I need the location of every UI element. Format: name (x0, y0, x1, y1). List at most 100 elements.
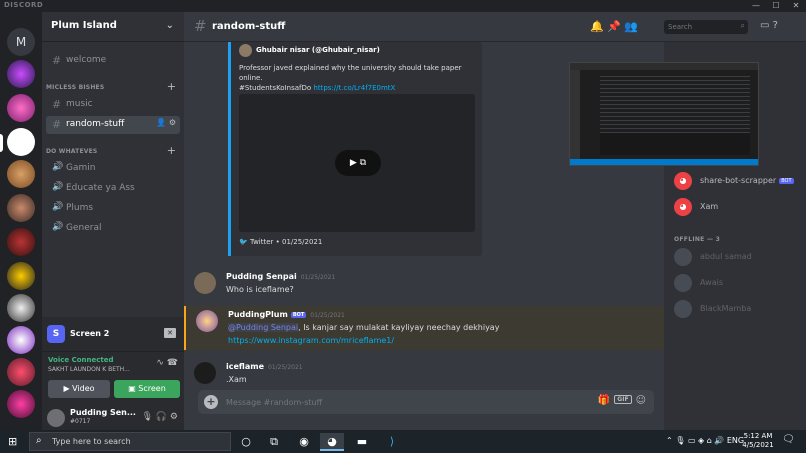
channel-music[interactable]: # music (46, 96, 180, 114)
avatar[interactable] (47, 409, 65, 427)
bell-icon[interactable]: 🔔 (590, 20, 604, 33)
message-input[interactable] (226, 390, 566, 414)
server-icon[interactable] (7, 262, 35, 290)
voice-channel-educate[interactable]: 🔊 Educate ya Ass (46, 180, 180, 198)
screen-share-label: Screen 2 (70, 329, 110, 338)
hash-icon: # (52, 98, 62, 111)
server-icon[interactable] (7, 60, 35, 88)
system-tray-icons[interactable]: ⌃ 🎙 ▭ ◈ ⌂ 🔊 ENG (666, 436, 744, 445)
server-icon[interactable] (7, 194, 35, 222)
discord-taskbar-icon[interactable]: ◕ (320, 433, 344, 451)
add-channel-icon[interactable]: + (167, 80, 176, 93)
play-icon[interactable]: ▶ ⧉ (335, 150, 381, 176)
channel-label: music (66, 99, 93, 109)
embed-footer-text: Twitter • 01/25/2021 (249, 238, 323, 246)
embed-text: Professor javed explained why the univer… (239, 63, 479, 93)
author-name: Pudding Senpai (226, 272, 297, 281)
channel-label: Plums (66, 203, 94, 213)
message-author[interactable]: PuddingPlum BOT 01/25/2021 (228, 310, 345, 319)
chrome-icon[interactable]: ◉ (292, 433, 316, 451)
toolbar-icons: 🔔 📌 👥 (590, 20, 638, 33)
members-icon[interactable]: 👥 (624, 20, 638, 33)
pin-icon[interactable]: 📌 (607, 20, 621, 33)
channel-settings-icons[interactable]: 👤 ⚙ (156, 118, 176, 127)
windows-start-icon[interactable]: ⊞ (8, 435, 17, 448)
taskbar-search-input[interactable] (52, 433, 222, 450)
inbox-icon[interactable]: ▭ (760, 20, 769, 31)
avatar[interactable] (196, 310, 218, 332)
search-box[interactable]: ⌕ (664, 20, 748, 34)
channel-welcome[interactable]: # welcome (46, 52, 180, 70)
vscode-icon[interactable]: ⟩ (380, 433, 404, 451)
emoji-icon[interactable]: ☺ (636, 395, 646, 406)
message-author[interactable]: iceflame 01/25/2021 (226, 362, 303, 371)
category-do-whateves[interactable]: DO WHATEVES (46, 148, 97, 155)
user-controls-icons[interactable]: 🎙 🎧 ⚙ (142, 412, 178, 422)
speaker-icon: 🔊 (52, 202, 64, 212)
server-icon[interactable] (7, 326, 35, 354)
server-icon[interactable] (7, 390, 35, 418)
video-button[interactable]: ▶ Video (48, 380, 110, 398)
member-item[interactable]: Awais (672, 272, 802, 294)
chevron-down-icon[interactable]: ⌄ (166, 20, 174, 31)
search-input[interactable] (668, 20, 732, 34)
voice-channel-name[interactable]: SAKHT LAUNDON K BETH... (48, 366, 130, 373)
home-server-icon[interactable]: M (7, 28, 35, 56)
channel-label: random-stuff (66, 119, 125, 129)
avatar[interactable] (194, 362, 216, 384)
file-explorer-icon[interactable]: ▬ (350, 433, 374, 451)
avatar[interactable] (194, 272, 216, 294)
taskbar-clock[interactable]: 5:12 AM 4/5/2021 (738, 432, 778, 450)
server-icon[interactable] (7, 228, 35, 256)
voice-channel-plums[interactable]: 🔊 Plums (46, 200, 180, 218)
server-icon[interactable] (7, 160, 35, 188)
clock-time: 5:12 AM (743, 432, 773, 440)
channel-random-stuff[interactable]: # random-stuff 👤 ⚙ (46, 116, 180, 134)
video-label: Video (72, 384, 95, 393)
cortana-icon[interactable]: ○ (234, 433, 258, 451)
user-panel: Pudding Sen... #0717 🎙 🎧 ⚙ (42, 407, 184, 430)
voice-status: Voice Connected (48, 356, 114, 364)
server-icon[interactable] (7, 358, 35, 386)
message-link[interactable]: https://www.instagram.com/mriceflame1/ (228, 336, 394, 345)
user-mention[interactable]: @Pudding Senpai (228, 323, 299, 332)
gif-button[interactable]: GIF (614, 395, 632, 404)
member-item[interactable]: ◕ share-bot-scrapper BOT (672, 170, 802, 192)
embed-video[interactable]: ▶ ⧉ (239, 94, 475, 232)
screen-button[interactable]: ▣ Screen (114, 380, 180, 398)
server-header[interactable]: Plum Island ⌄ (42, 12, 184, 42)
gift-icon[interactable]: 🎁 (598, 395, 610, 406)
channel-label: General (66, 223, 102, 233)
member-item[interactable]: abdul samad (672, 246, 802, 268)
server-icon[interactable] (7, 94, 35, 122)
help-icon[interactable]: ? (773, 20, 778, 31)
message-author[interactable]: Pudding Senpai 01/25/2021 (226, 272, 335, 281)
stop-stream-icon[interactable]: ✕ (164, 328, 176, 338)
maximize-icon[interactable]: ☐ (766, 0, 786, 12)
category-micless-bishes[interactable]: MICLESS BISHES (46, 84, 104, 91)
add-channel-icon[interactable]: + (167, 144, 176, 157)
server-icon-active[interactable] (7, 128, 35, 156)
clock-date: 4/5/2021 (742, 441, 774, 449)
voice-connection-panel: Voice Connected SAKHT LAUNDON K BETH... … (42, 351, 184, 407)
embed-hashtag: #StudentsKoInsafDo (239, 84, 314, 92)
task-view-icon[interactable]: ⧉ (262, 433, 286, 451)
stream-preview[interactable] (569, 62, 759, 166)
voice-channel-gamin[interactable]: 🔊 Gamin (46, 160, 180, 178)
member-item[interactable]: ◕ Xam (672, 196, 802, 218)
notifications-icon[interactable]: 🗨 (782, 434, 795, 445)
disconnect-icon[interactable]: ∿ ☎ (156, 358, 178, 368)
twitter-embed: Ghubair nisar (@Ghubair_nisar) Professor… (228, 42, 482, 256)
minimize-icon[interactable]: — (746, 0, 766, 12)
screen-badge: S (47, 325, 65, 343)
voice-channel-general[interactable]: 🔊 General (46, 220, 180, 238)
add-attachment-icon[interactable]: + (204, 395, 218, 409)
embed-author[interactable]: Ghubair nisar (@Ghubair_nisar) (256, 46, 380, 54)
server-icon[interactable] (7, 294, 35, 322)
message-text: .Xam (226, 375, 247, 384)
close-icon[interactable]: ✕ (786, 0, 806, 12)
taskbar-search[interactable]: ⌕ (29, 432, 231, 451)
embed-link[interactable]: https://t.co/Lr4f7E0mtX (313, 84, 395, 92)
avatar[interactable] (239, 44, 252, 57)
member-item[interactable]: BlackMamba (672, 298, 802, 320)
